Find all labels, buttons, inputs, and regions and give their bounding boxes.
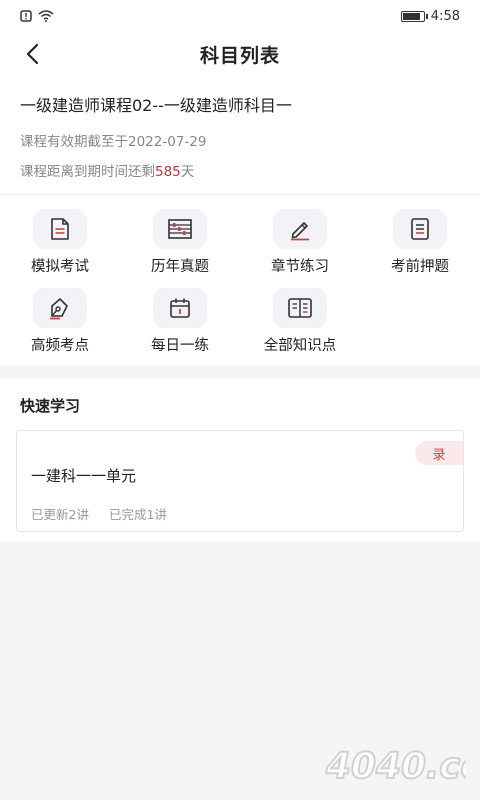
course-validity: 课程有效期截至于2022-07-29 xyxy=(20,130,460,150)
icon-box xyxy=(273,209,327,249)
course-name: 一级建造师课程02--一级建造师科目一 xyxy=(20,96,292,115)
icon-box xyxy=(153,209,207,249)
remaining-days: 585 xyxy=(155,164,181,180)
notification-icon xyxy=(20,10,32,22)
status-right: 4:58 xyxy=(400,8,460,24)
grid-item-high-frequency[interactable]: 高频考点 xyxy=(0,288,120,355)
grid-item-mock-exam[interactable]: 模拟考试 xyxy=(0,209,120,276)
icon-box xyxy=(33,209,87,249)
icon-box xyxy=(33,288,87,328)
abacus-icon xyxy=(168,219,192,239)
lesson-completed: 已完成1讲 xyxy=(108,507,167,522)
page-title: 科目列表 xyxy=(199,44,280,67)
grid-item-final-predictions[interactable]: 考前押题 xyxy=(360,209,480,276)
status-bar: 4:58 xyxy=(0,0,480,32)
grid-label: 章节练习 xyxy=(271,259,329,275)
battery-icon xyxy=(400,10,428,22)
grid-label: 模拟考试 xyxy=(31,259,89,275)
book-icon xyxy=(288,298,312,318)
wifi-icon xyxy=(38,10,54,22)
validity-date: 2022-07-29 xyxy=(128,134,207,150)
back-button[interactable] xyxy=(18,40,46,68)
watermark-text: 4040.com xyxy=(322,744,466,787)
section-divider xyxy=(0,365,480,379)
remaining-suffix: 天 xyxy=(180,164,195,180)
icon-box xyxy=(393,209,447,249)
lesson-meta: 已更新2讲 已完成1讲 xyxy=(31,504,449,523)
watermark-logo-graphic: 4040.com xyxy=(321,743,480,788)
grid-label: 每日一练 xyxy=(151,338,209,354)
grid-label: 历年真题 xyxy=(151,259,209,275)
grid-item-all-knowledge[interactable]: 全部知识点 xyxy=(240,288,360,355)
function-grid: 模拟考试 历年真题 章节练习 考前押题 高频考点 每日一练 全部知识点 xyxy=(0,195,480,365)
watermark-logo: 4040.com xyxy=(316,742,480,794)
grid-label: 考前押题 xyxy=(391,259,449,275)
exam-paper-icon xyxy=(51,218,69,240)
document-list-icon xyxy=(411,218,429,240)
lesson-title: 一建科一一单元 xyxy=(31,467,137,485)
quick-study-section: 快速学习 录 一建科一一单元 已更新2讲 已完成1讲 xyxy=(0,379,480,541)
course-remaining: 课程距离到期时间还剩585天 xyxy=(20,160,460,180)
quick-study-title: 快速学习 xyxy=(20,397,81,415)
remaining-prefix: 课程距离到期时间还剩 xyxy=(20,164,155,180)
status-left xyxy=(20,10,54,22)
calendar-icon xyxy=(170,298,190,318)
chevron-left-icon xyxy=(26,43,39,65)
pencil-icon xyxy=(291,222,309,241)
validity-prefix: 课程有效期截至于 xyxy=(20,134,128,150)
course-info: 一级建造师课程02--一级建造师科目一 课程有效期截至于2022-07-29 课… xyxy=(0,76,480,195)
header: 科目列表 xyxy=(0,32,480,76)
pen-nib-icon xyxy=(50,298,68,320)
icon-box xyxy=(153,288,207,328)
lesson-card[interactable]: 录 一建科一一单元 已更新2讲 已完成1讲 xyxy=(16,430,464,532)
grid-label: 全部知识点 xyxy=(263,338,337,354)
recorded-badge: 录 xyxy=(415,441,463,465)
grid-item-chapter-practice[interactable]: 章节练习 xyxy=(240,209,360,276)
status-time: 4:58 xyxy=(430,8,460,24)
lesson-updated: 已更新2讲 xyxy=(31,507,89,522)
icon-box xyxy=(273,288,327,328)
grid-item-past-papers[interactable]: 历年真题 xyxy=(120,209,240,276)
grid-label: 高频考点 xyxy=(31,338,89,354)
grid-item-daily-practice[interactable]: 每日一练 xyxy=(120,288,240,355)
